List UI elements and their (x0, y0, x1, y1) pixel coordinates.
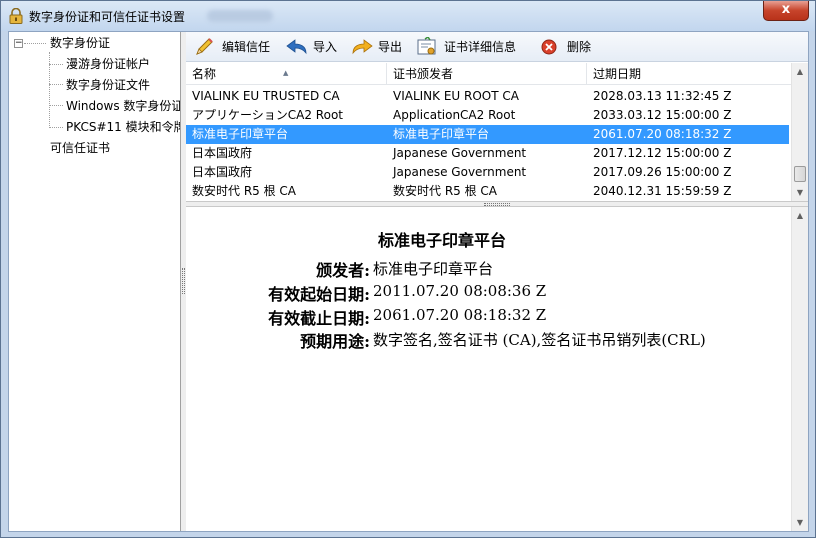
cell-name: アプリケーションCA2 Root (192, 108, 343, 122)
collapse-toggle[interactable]: − (14, 39, 23, 48)
cell-expiry: 2017.12.12 15:00:00 Z (593, 146, 732, 160)
dialog-body: − 数字身份证 漫游身份证帐户 数字身份证文件 Windows 数字身份证 PK… (8, 31, 809, 532)
splitter-grip[interactable] (182, 268, 185, 294)
delete-icon (541, 39, 557, 55)
certificate-details-button[interactable]: 证书详细信息 (416, 37, 524, 57)
splitter-grip[interactable] (484, 203, 510, 206)
back-arrow-icon (286, 39, 307, 55)
detail-valid-to-label: 有效截止日期: (268, 309, 370, 328)
table-row[interactable]: 数安时代 R5 根 CA 数安时代 R5 根 CA 2040.12.31 15:… (186, 182, 789, 201)
certificate-detail-panel: 标准电子印章平台 颁发者: 标准电子印章平台 有效起始日期: 2011.07.2… (186, 207, 808, 531)
forward-arrow-icon (352, 39, 373, 55)
cell-name: VIALINK EU TRUSTED CA (192, 89, 340, 103)
export-button[interactable]: 导出 (351, 37, 407, 57)
scroll-up-icon[interactable]: ▲ (792, 63, 808, 80)
detail-issuer-label: 颁发者: (316, 261, 370, 280)
scroll-down-icon[interactable]: ▼ (792, 184, 808, 201)
delete-label: 删除 (567, 40, 592, 54)
cell-issuer: Japanese Government (393, 146, 527, 160)
cell-issuer: 数安时代 R5 根 CA (393, 184, 498, 198)
cell-name: 日本国政府 (192, 165, 253, 179)
certificate-table[interactable]: 名称 ▲ 证书颁发者 过期日期 VIALINK EU TRUSTED CA VI… (186, 63, 808, 201)
window-title: 数字身份证和可信任证书设置 (29, 10, 186, 24)
tree-connector (49, 105, 63, 106)
certificate-icon (417, 37, 436, 55)
scroll-thumb[interactable] (794, 166, 806, 182)
dialog-window: 数字身份证和可信任证书设置 x − 数字身份证 漫游身份证帐户 数字身份证文件 … (0, 0, 816, 538)
cell-issuer: ApplicationCA2 Root (393, 108, 516, 122)
detail-usage-label: 预期用途: (300, 332, 370, 351)
table-row-selected[interactable]: 标准电子印章平台 标准电子印章平台 2061.07.20 08:18:32 Z (186, 125, 789, 144)
cell-expiry: 2033.03.12 15:00:00 Z (593, 108, 732, 122)
toolbar: 编辑信任 导入 导出 证书详细信息 删除 (186, 32, 808, 62)
pencil-icon (196, 38, 213, 55)
scroll-up-icon[interactable]: ▲ (792, 207, 808, 224)
edit-trust-label: 编辑信任 (222, 40, 271, 54)
category-tree[interactable]: − 数字身份证 漫游身份证帐户 数字身份证文件 Windows 数字身份证 PK… (9, 32, 181, 531)
tree-item-digital-ids[interactable]: 数字身份证 (50, 34, 110, 52)
cell-issuer: VIALINK EU ROOT CA (393, 89, 519, 103)
title-bar[interactable]: 数字身份证和可信任证书设置 x (1, 1, 815, 31)
tree-item-roaming-accounts[interactable]: 漫游身份证帐户 (66, 55, 150, 73)
lock-icon (9, 8, 23, 24)
detail-scrollbar[interactable]: ▲ ▼ (791, 207, 808, 531)
certificate-details-label: 证书详细信息 (444, 40, 517, 54)
table-scrollbar[interactable]: ▲ ▼ (791, 63, 808, 201)
edit-trust-button[interactable]: 编辑信任 (194, 37, 274, 57)
table-row[interactable]: VIALINK EU TRUSTED CA VIALINK EU ROOT CA… (186, 87, 789, 106)
table-row[interactable]: 日本国政府 Japanese Government 2017.12.12 15:… (186, 144, 789, 163)
table-row[interactable]: アプリケーションCA2 Root ApplicationCA2 Root 203… (186, 106, 789, 125)
tree-item-windows-ids[interactable]: Windows 数字身份证 (66, 97, 180, 115)
tree-connector (49, 127, 63, 128)
detail-usage-value: 数字签名,签名证书 (CA),签名证书吊销列表(CRL) (373, 331, 706, 349)
column-header-issuer[interactable]: 证书颁发者 (387, 63, 587, 85)
tree-item-id-files[interactable]: 数字身份证文件 (66, 76, 150, 94)
column-header-label: 名称 (192, 67, 217, 81)
cell-issuer: 标准电子印章平台 (393, 127, 490, 141)
tree-connector (49, 64, 63, 65)
cell-expiry: 2061.07.20 08:18:32 Z (593, 127, 732, 141)
table-row[interactable]: 日本国政府 Japanese Government 2017.09.26 15:… (186, 163, 789, 182)
close-button[interactable]: x (763, 1, 809, 21)
delete-button[interactable]: 删除 (540, 37, 596, 57)
detail-valid-from-label: 有效起始日期: (268, 285, 370, 304)
tree-connector (24, 43, 46, 44)
certificate-pane: 编辑信任 导入 导出 证书详细信息 删除 名称 ▲ 证书颁发者 过期日期 VIA… (186, 32, 808, 531)
detail-title: 标准电子印章平台 (377, 231, 506, 250)
cell-expiry: 2028.03.13 11:32:45 Z (593, 89, 732, 103)
title-redacted-area (207, 10, 273, 22)
import-button[interactable]: 导入 (286, 37, 342, 57)
cell-issuer: Japanese Government (393, 165, 527, 179)
import-label: 导入 (313, 40, 338, 54)
detail-issuer-value: 标准电子印章平台 (373, 260, 494, 278)
detail-valid-to-value: 2061.07.20 08:18:32 Z (373, 306, 547, 324)
column-header-expiry[interactable]: 过期日期 (587, 63, 791, 85)
scroll-down-icon[interactable]: ▼ (792, 514, 808, 531)
table-header: 名称 ▲ 证书颁发者 过期日期 (186, 63, 791, 85)
cell-name: 数安时代 R5 根 CA (192, 184, 297, 198)
cell-name: 标准电子印章平台 (192, 127, 289, 141)
tree-item-trusted-certs[interactable]: 可信任证书 (50, 139, 110, 157)
tree-connector (49, 84, 63, 85)
detail-valid-from-value: 2011.07.20 08:08:36 Z (373, 282, 547, 300)
cell-expiry: 2017.09.26 15:00:00 Z (593, 165, 732, 179)
sort-ascending-icon: ▲ (283, 69, 289, 77)
column-header-name[interactable]: 名称 ▲ (186, 63, 387, 85)
tree-item-pkcs11[interactable]: PKCS#11 模块和令牌 (66, 118, 180, 136)
export-label: 导出 (378, 40, 403, 54)
cell-expiry: 2040.12.31 15:59:59 Z (593, 184, 732, 198)
cell-name: 日本国政府 (192, 146, 253, 160)
